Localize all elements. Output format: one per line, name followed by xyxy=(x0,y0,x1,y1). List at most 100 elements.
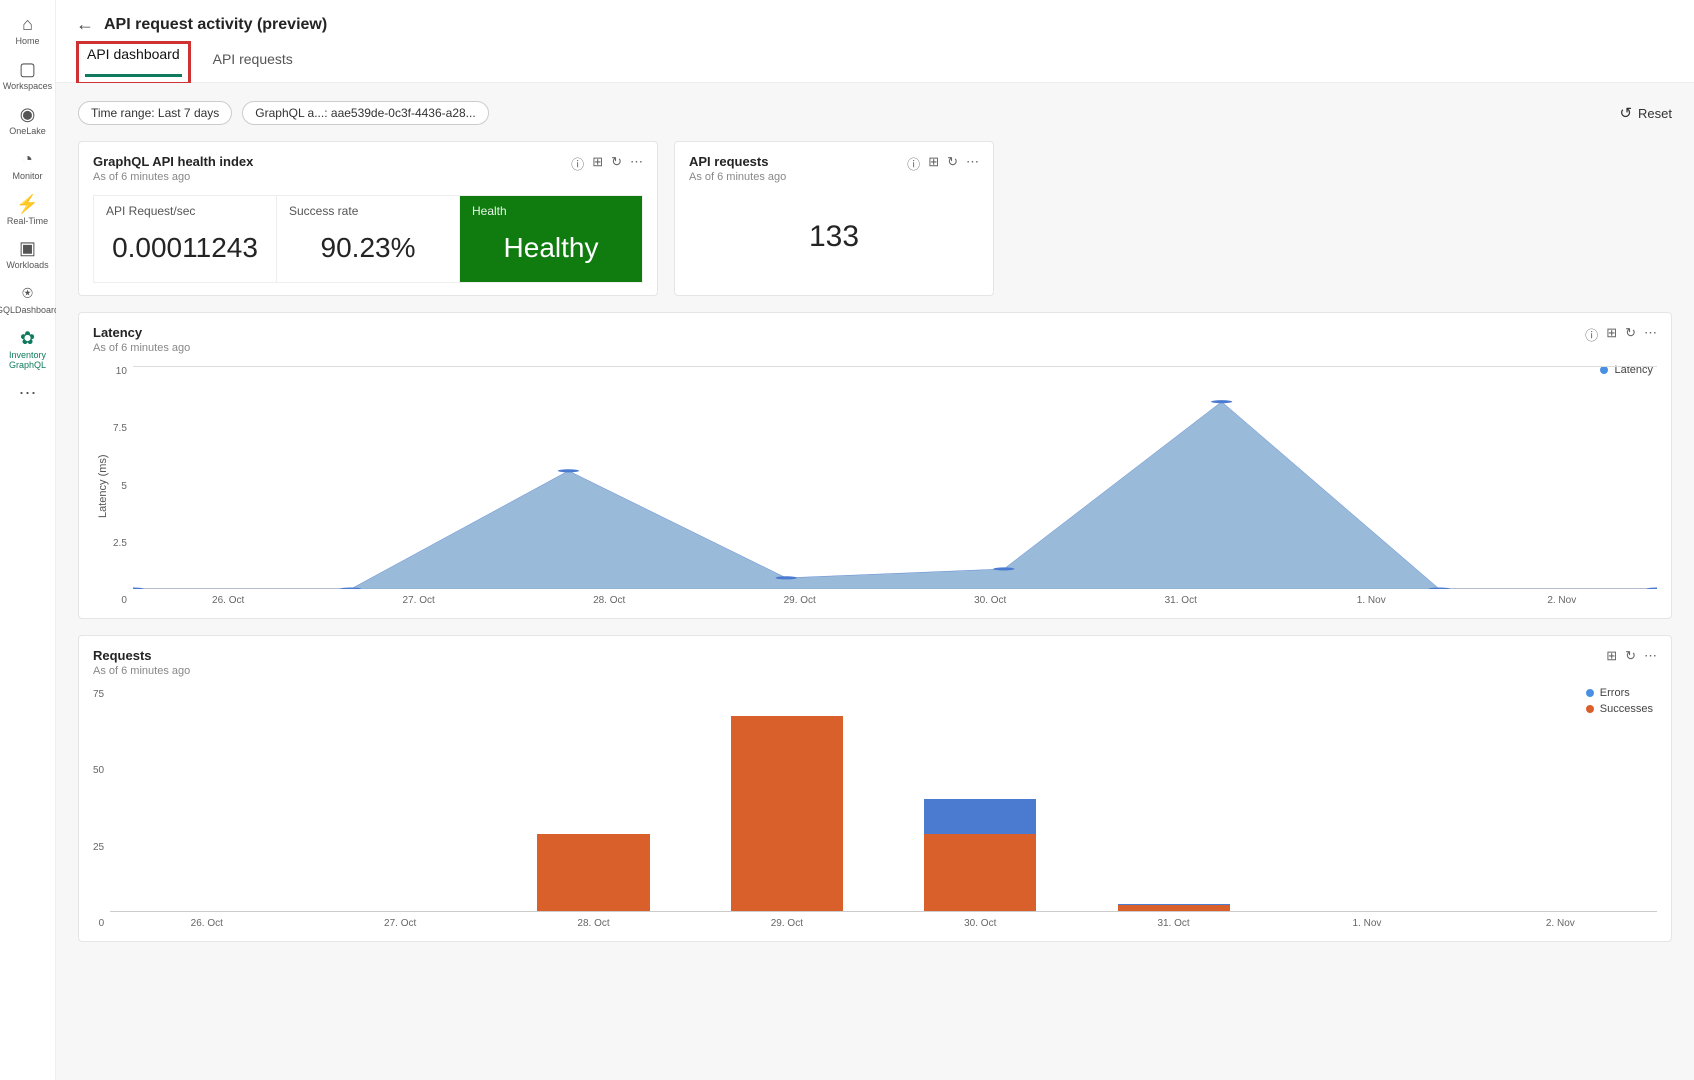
grid-icon[interactable]: ⊞ xyxy=(928,154,939,173)
bar-1. Nov xyxy=(1270,689,1463,911)
sidebar-item-home[interactable]: ⌂ Home xyxy=(0,8,55,53)
filter-row: Time range: Last 7 days GraphQL a...: aa… xyxy=(78,101,1672,125)
sidebar-item-realtime[interactable]: ⚡ Real-Time xyxy=(0,188,55,233)
sidebar-item-label: Inventory GraphQL xyxy=(2,351,53,371)
x-ticks: 26. Oct27. Oct28. Oct29. Oct30. Oct31. O… xyxy=(133,595,1657,606)
card-latency: Latency As of 6 minutes ago ⓘ ⊞ ↻ ⋯ Late… xyxy=(78,312,1672,619)
refresh-icon[interactable]: ↻ xyxy=(1625,325,1636,344)
sidebar-item-onelake[interactable]: ◉ OneLake xyxy=(0,98,55,143)
card-health-index: GraphQL API health index As of 6 minutes… xyxy=(78,141,658,296)
legend-item-errors[interactable]: Errors xyxy=(1586,687,1653,699)
y-axis-label: Latency (ms) xyxy=(93,366,113,606)
card-requests: Requests As of 6 minutes ago ⊞ ↻ ⋯ Error… xyxy=(78,635,1672,942)
realtime-icon: ⚡ xyxy=(16,194,38,215)
y-ticks: 7550250 xyxy=(93,689,110,929)
reset-label: Reset xyxy=(1638,106,1672,121)
legend: Errors Successes xyxy=(1586,687,1653,715)
refresh-icon[interactable]: ↻ xyxy=(947,154,958,173)
more-icon: ⋯ xyxy=(19,383,37,404)
grid-icon[interactable]: ⊞ xyxy=(1606,325,1617,344)
tab-api-dashboard[interactable]: API dashboard xyxy=(85,36,182,77)
graphql-icon: ✿ xyxy=(20,328,35,349)
sidebar-item-workspaces[interactable]: ▢ Workspaces xyxy=(0,53,55,98)
sidebar-item-gqldashboard[interactable]: ⍟ GQLDashboard xyxy=(0,277,55,322)
info-icon[interactable]: ⓘ xyxy=(571,154,584,173)
grid-icon[interactable]: ⊞ xyxy=(592,154,603,173)
legend-label: Errors xyxy=(1600,687,1630,699)
sidebar-item-label: OneLake xyxy=(9,127,46,137)
page-title: API request activity (preview) xyxy=(104,16,327,34)
workloads-icon: ▣ xyxy=(19,238,36,259)
workspaces-icon: ▢ xyxy=(19,59,36,80)
more-icon[interactable]: ⋯ xyxy=(630,154,643,173)
refresh-icon[interactable]: ↻ xyxy=(611,154,622,173)
bar-26. Oct xyxy=(110,689,303,911)
bar-29. Oct xyxy=(690,689,883,911)
tab-api-requests[interactable]: API requests xyxy=(211,41,295,82)
pill-graphql[interactable]: GraphQL a...: aae539de-0c3f-4436-a28... xyxy=(242,101,488,125)
sidebar-item-more[interactable]: ⋯ xyxy=(0,377,55,410)
grid-icon[interactable]: ⊞ xyxy=(1606,648,1617,664)
requests-chart-area: Errors Successes 7550250 26. Oct27. Oct2… xyxy=(93,689,1657,929)
legend-dot-icon xyxy=(1586,705,1594,713)
sidebar: ⌂ Home ▢ Workspaces ◉ OneLake ◔ Monitor … xyxy=(0,0,56,1080)
bar-31. Oct xyxy=(1077,689,1270,911)
bar-28. Oct xyxy=(497,689,690,911)
card-title: Requests xyxy=(93,648,1598,663)
metric-label: Health xyxy=(472,204,630,218)
metric-health-status: Health Healthy xyxy=(460,196,642,282)
card-title: Latency xyxy=(93,325,1577,340)
health-grid: API Request/sec 0.00011243 Success rate … xyxy=(93,195,643,283)
tabs: API dashboard API requests xyxy=(56,41,1694,83)
sidebar-item-label: Home xyxy=(15,37,39,47)
info-icon[interactable]: ⓘ xyxy=(1585,325,1598,344)
refresh-icon[interactable]: ↻ xyxy=(1625,648,1636,664)
sidebar-item-label: Real-Time xyxy=(7,217,48,227)
reset-button[interactable]: ↺ Reset xyxy=(1619,104,1672,122)
metric-value: Healthy xyxy=(472,232,630,264)
card-subtitle: As of 6 minutes ago xyxy=(93,342,1577,354)
sidebar-item-label: Workspaces xyxy=(3,82,52,92)
metric-label: Success rate xyxy=(289,204,447,218)
legend-item-successes[interactable]: Successes xyxy=(1586,703,1653,715)
monitor-icon: ◔ xyxy=(22,149,33,170)
metric-label: API Request/sec xyxy=(106,204,264,218)
content: Time range: Last 7 days GraphQL a...: aa… xyxy=(56,83,1694,1080)
metric-value: 0.00011243 xyxy=(106,232,264,264)
page-header: ← API request activity (preview) xyxy=(56,0,1694,41)
latency-plot xyxy=(133,366,1657,589)
legend-label: Successes xyxy=(1600,703,1653,715)
sidebar-item-label: GQLDashboard xyxy=(0,306,59,316)
sidebar-item-monitor[interactable]: ◔ Monitor xyxy=(0,143,55,188)
bar-30. Oct xyxy=(884,689,1077,911)
more-icon[interactable]: ⋯ xyxy=(1644,325,1657,344)
back-icon[interactable]: ← xyxy=(76,14,94,35)
card-subtitle: As of 6 minutes ago xyxy=(93,171,563,183)
requests-plot xyxy=(110,689,1657,912)
info-icon[interactable]: ⓘ xyxy=(907,154,920,173)
pill-time-range[interactable]: Time range: Last 7 days xyxy=(78,101,232,125)
card-subtitle: As of 6 minutes ago xyxy=(689,171,899,183)
card-subtitle: As of 6 minutes ago xyxy=(93,665,1598,677)
card-title: GraphQL API health index xyxy=(93,154,563,169)
reset-icon: ↺ xyxy=(1619,104,1632,122)
sidebar-item-inventory-graphql[interactable]: ✿ Inventory GraphQL xyxy=(0,322,55,377)
card-api-requests: API requests As of 6 minutes ago ⓘ ⊞ ↻ ⋯… xyxy=(674,141,994,296)
more-icon[interactable]: ⋯ xyxy=(1644,648,1657,664)
card-title: API requests xyxy=(689,154,899,169)
legend-dot-icon xyxy=(1586,689,1594,697)
main: ← API request activity (preview) API das… xyxy=(56,0,1694,1080)
sidebar-item-workloads[interactable]: ▣ Workloads xyxy=(0,232,55,277)
sidebar-item-label: Monitor xyxy=(12,172,42,182)
y-ticks: 107.552.50 xyxy=(113,366,133,606)
more-icon[interactable]: ⋯ xyxy=(966,154,979,173)
metric-value: 90.23% xyxy=(289,232,447,264)
sidebar-item-label: Workloads xyxy=(6,261,48,271)
bar-27. Oct xyxy=(303,689,496,911)
x-ticks: 26. Oct27. Oct28. Oct29. Oct30. Oct31. O… xyxy=(110,918,1657,929)
bar-2. Nov xyxy=(1464,689,1657,911)
home-icon: ⌂ xyxy=(22,14,33,35)
metric-success-rate: Success rate 90.23% xyxy=(277,196,460,282)
gqldashboard-icon: ⍟ xyxy=(22,283,33,304)
api-requests-value: 133 xyxy=(689,183,979,283)
